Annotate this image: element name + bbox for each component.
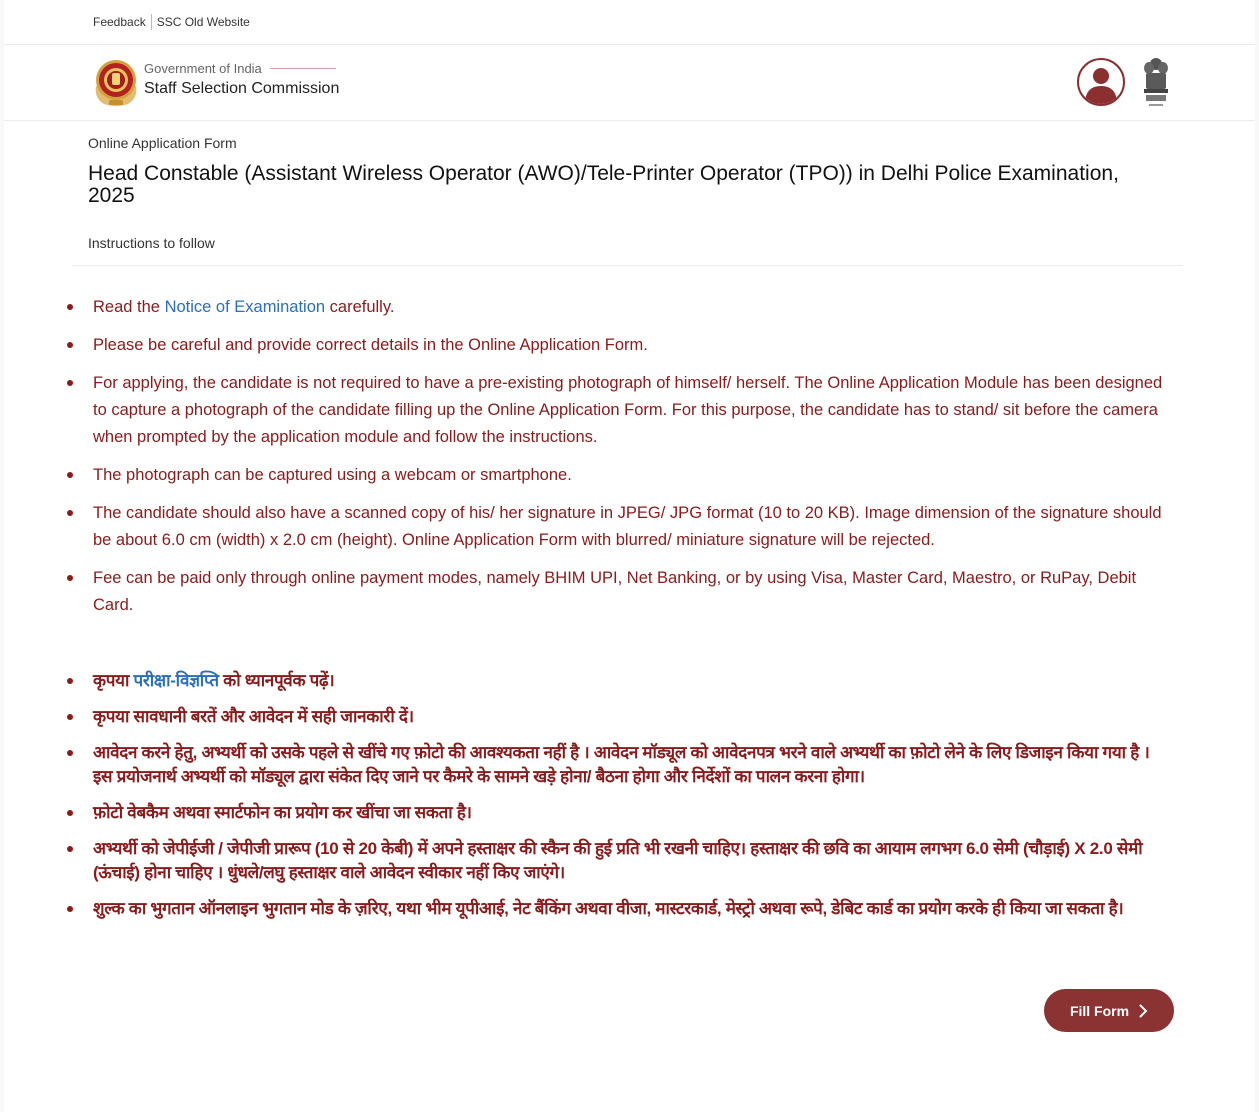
- site-header: Government of India Staff Selection Comm…: [4, 45, 1255, 121]
- fill-form-button[interactable]: Fill Form: [1044, 989, 1174, 1032]
- instruction-item: The candidate should also have a scanned…: [4, 500, 1163, 554]
- exam-title: Head Constable (Assistant Wireless Opera…: [88, 162, 1119, 207]
- form-header: Online Application Form Head Constable (…: [4, 121, 1198, 251]
- instructions-list-hindi: कृपया परीक्षा-विज्ञप्ति को ध्यानपूर्वक प…: [4, 669, 1255, 921]
- header-decorative-line: [269, 68, 336, 69]
- instruction-item: Fee can be paid only through online paym…: [4, 565, 1163, 619]
- instruction-item: Read the Notice of Examination carefully…: [4, 294, 1163, 321]
- instructions-list-english: Read the Notice of Examination carefully…: [4, 294, 1255, 619]
- notice-of-examination-link[interactable]: Notice of Examination: [165, 298, 326, 316]
- utility-bar: Feedback SSC Old Website: [4, 0, 1255, 45]
- section-divider: [72, 265, 1183, 266]
- old-website-link[interactable]: SSC Old Website: [157, 15, 250, 29]
- chevron-right-icon: [1139, 1004, 1148, 1017]
- government-label: Government of India: [144, 61, 262, 76]
- instruction-item: Please be careful and provide correct de…: [4, 332, 1163, 359]
- ssc-logo-icon[interactable]: [90, 56, 142, 108]
- instruction-item-hindi: कृपया परीक्षा-विज्ञप्ति को ध्यानपूर्वक प…: [4, 669, 1163, 693]
- organization-name: Government of India Staff Selection Comm…: [144, 61, 339, 98]
- instruction-item-hindi: कृपया सावधानी बरतें और आवेदन में सही जान…: [4, 705, 1163, 729]
- fill-form-label: Fill Form: [1069, 1002, 1130, 1019]
- instruction-item: The photograph can be captured using a w…: [4, 462, 1163, 489]
- instruction-item-hindi: शुल्क का भुगतान ऑनलाइन भुगतान मोड के ज़र…: [4, 897, 1163, 921]
- form-type-label: Online Application Form: [88, 135, 237, 151]
- instruction-item-hindi: आवेदन करने हेतु, अभ्यर्थी को उसके पहले स…: [4, 741, 1163, 789]
- instruction-item: For applying, the candidate is not requi…: [4, 370, 1163, 451]
- page: Feedback SSC Old Website Government of I…: [4, 0, 1255, 1112]
- instruction-item-hindi: अभ्यर्थी को जेपीईजी / जेपीजी प्रारूप (10…: [4, 837, 1163, 885]
- user-avatar-icon[interactable]: [1077, 58, 1125, 106]
- utility-divider: [150, 14, 152, 30]
- instructions-label: Instructions to follow: [88, 235, 215, 251]
- instruction-item-hindi: फ़ोटो वेबकैम अथवा स्मार्टफोन का प्रयोग क…: [4, 801, 1163, 825]
- notice-of-examination-link-hindi[interactable]: परीक्षा-विज्ञप्ति: [134, 671, 220, 690]
- feedback-link[interactable]: Feedback: [93, 15, 146, 29]
- national-emblem-icon: [1142, 55, 1170, 109]
- commission-label: Staff Selection Commission: [144, 80, 340, 97]
